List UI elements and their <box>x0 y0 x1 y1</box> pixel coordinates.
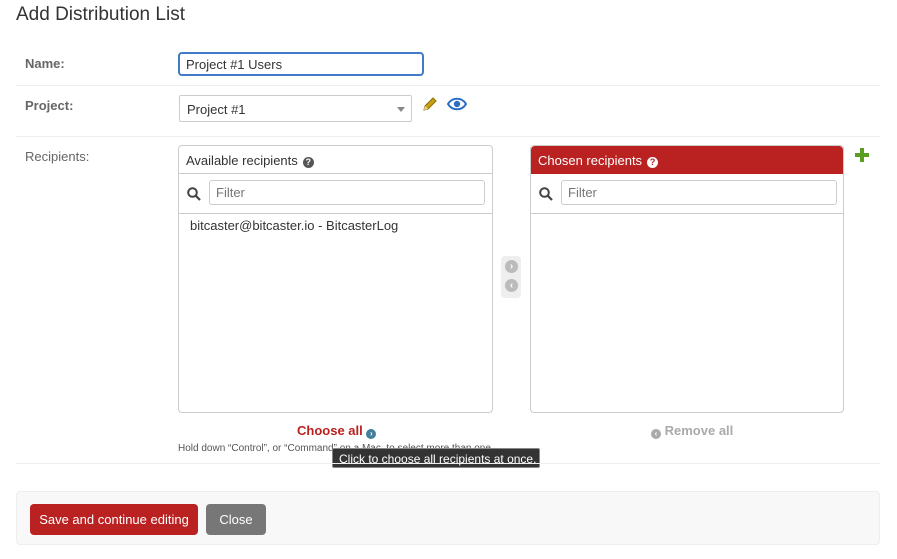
available-filter-row <box>179 174 492 214</box>
available-recipients-header: Available recipients? <box>179 146 492 174</box>
chosen-recipients-title: Chosen recipients <box>538 153 643 168</box>
name-label: Name: <box>25 56 65 71</box>
chosen-filter-input[interactable] <box>561 180 837 205</box>
project-select[interactable]: Project #1 <box>179 95 412 122</box>
save-continue-button[interactable]: Save and continue editing <box>30 504 198 535</box>
available-recipients-box: Available recipients? bitcaster@bitcaste… <box>178 145 493 413</box>
close-button[interactable]: Close <box>206 504 266 535</box>
eye-icon[interactable] <box>446 96 468 117</box>
row-divider <box>16 463 880 464</box>
available-list[interactable]: bitcaster@bitcaster.io - BitcasterLog <box>179 214 492 234</box>
chevron-down-icon <box>397 107 405 112</box>
arrow-left-circle-icon: ‹ <box>651 429 661 439</box>
row-divider <box>16 85 880 86</box>
arrow-right-icon[interactable]: › <box>505 260 518 273</box>
recipients-label: Recipients: <box>25 149 90 164</box>
chosen-recipients-box: Chosen recipients? <box>530 145 844 413</box>
pencil-icon[interactable] <box>421 95 439 118</box>
help-icon[interactable]: ? <box>302 157 314 168</box>
list-item[interactable]: bitcaster@bitcaster.io - BitcasterLog <box>179 217 492 234</box>
arrow-right-circle-icon: › <box>366 429 377 439</box>
choose-all-link[interactable]: Choose all › <box>297 423 377 439</box>
choose-all-label: Choose all <box>297 423 363 438</box>
chosen-filter-row <box>531 174 843 214</box>
available-recipients-title: Available recipients <box>186 153 298 168</box>
available-filter-input[interactable] <box>209 180 485 205</box>
plus-icon[interactable] <box>854 147 870 168</box>
tooltip: Click to choose all recipients at once. <box>332 448 540 468</box>
page-title: Add Distribution List <box>16 4 185 25</box>
row-divider <box>16 136 880 137</box>
remove-all-link[interactable]: ‹ Remove all <box>651 423 733 439</box>
remove-all-label: Remove all <box>664 423 734 438</box>
help-icon[interactable]: ? <box>647 157 659 168</box>
chosen-recipients-header: Chosen recipients? <box>531 146 843 174</box>
name-input[interactable] <box>178 52 424 76</box>
search-icon <box>539 187 553 206</box>
submit-row: Save and continue editing Close <box>16 491 880 545</box>
project-select-value: Project #1 <box>187 102 246 117</box>
arrow-left-icon[interactable]: ‹ <box>505 279 518 292</box>
project-label: Project: <box>25 98 74 113</box>
search-icon <box>187 187 201 206</box>
